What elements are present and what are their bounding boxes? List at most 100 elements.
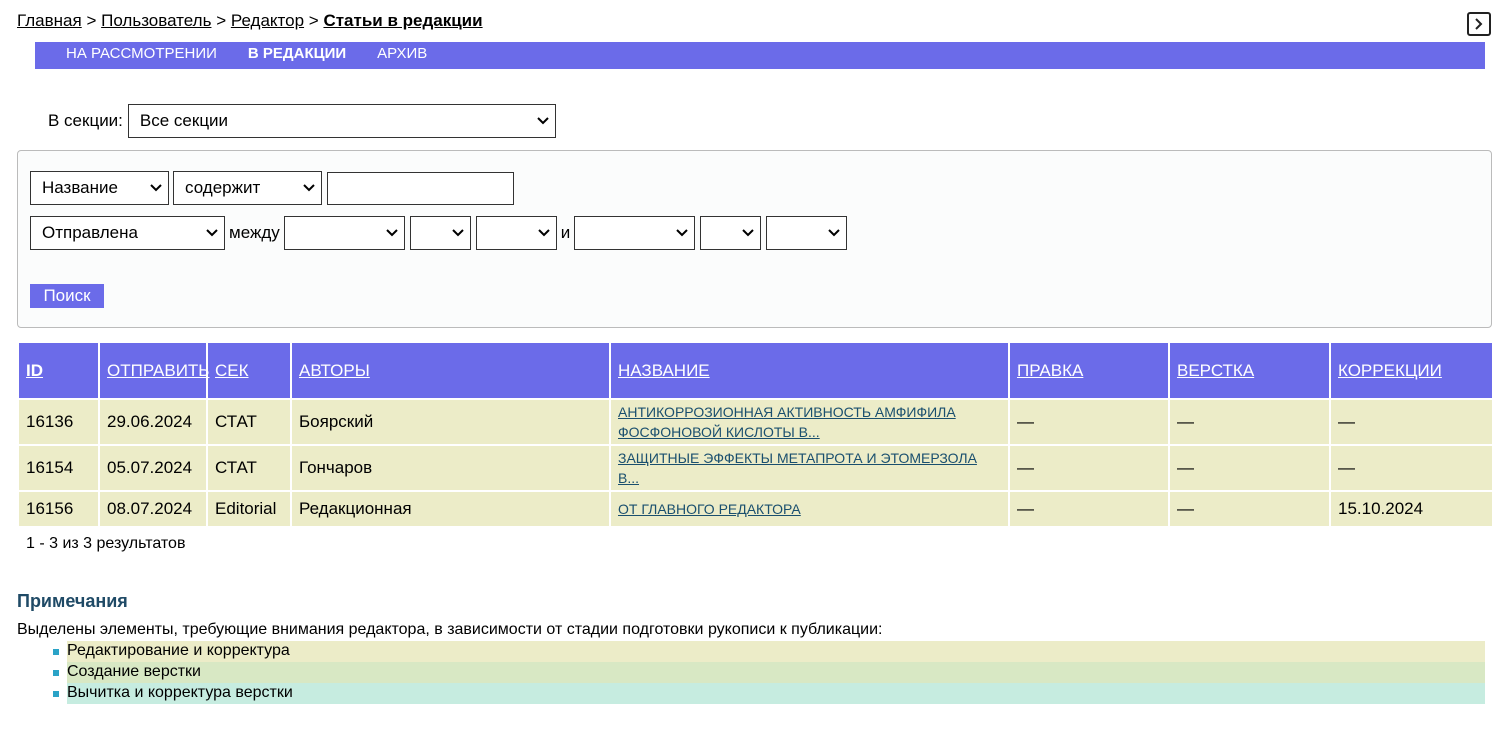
column-header-edit: ПРАВКА [1008,341,1170,400]
breadcrumb-current[interactable]: Статьи в редакции [323,11,482,30]
article-title-link[interactable]: АНТИКОРРОЗИОННАЯ АКТИВНОСТЬ АМФИФИЛА ФОС… [618,404,956,440]
chevron-down-icon [303,184,315,192]
cell-layout: — [1168,444,1331,492]
cell-section: Editorial [206,490,292,528]
cell-edit: — [1008,490,1170,528]
table-row: 16136 29.06.2024 СТАТ Боярский АНТИКОРРО… [17,398,1494,446]
section-filter-label: В секции: [48,111,123,130]
column-header-layout: ВЕРСТКА [1168,341,1331,400]
article-title-link[interactable]: ЗАЩИТНЫЕ ЭФФЕКТЫ МЕТАПРОТА И ЭТОМЕРЗОЛА … [618,450,977,486]
search-row-title: Название содержит [30,171,514,205]
sort-link-layout[interactable]: ВЕРСТКА [1177,361,1254,380]
bullet-icon [53,690,59,697]
column-header-corrections: КОРРЕКЦИИ [1329,341,1494,400]
legend-item: Вычитка и корректура верстки [53,683,1485,704]
cell-title: АНТИКОРРОЗИОННАЯ АКТИВНОСТЬ АМФИФИЛА ФОС… [609,398,1010,446]
table-row: 16154 05.07.2024 СТАТ Гончаров ЗАЩИТНЫЕ … [17,444,1494,492]
article-title-link[interactable]: ОТ ГЛАВНОГО РЕДАКТОРА [618,501,801,517]
sort-link-section[interactable]: СЕК [215,361,249,380]
from-year-select[interactable] [475,216,557,250]
search-query-input[interactable] [327,171,514,205]
search-field-value: Название [42,178,118,197]
section-select-value: Все секции [139,111,229,130]
notes-heading: Примечания [17,591,128,611]
legend-item: Создание верстки [53,662,1485,683]
chevron-down-icon [538,229,550,237]
color-legend: Редактирование и корректура Создание вер… [53,641,1485,704]
table-row: 16156 08.07.2024 Editorial Редакционная … [17,490,1494,528]
search-operator-select[interactable]: содержит [173,171,322,205]
breadcrumb-user[interactable]: Пользователь [101,11,211,30]
tab-archive[interactable]: АРХИВ [377,42,427,62]
cell-date: 29.06.2024 [98,398,208,446]
results-count: 1 - 3 из 3 результатов [26,535,185,553]
chevron-right-icon [1475,18,1483,30]
chevron-down-icon [828,229,840,237]
table-header-row: ID ОТПРАВИТЬ СЕК АВТОРЫ НАЗВАНИЕ ПРАВКА … [17,341,1494,400]
cell-date: 08.07.2024 [98,490,208,528]
cell-corrections: — [1329,444,1494,492]
cell-authors: Редакционная [290,490,611,528]
chevron-down-icon [150,184,162,192]
cell-edit: — [1008,444,1170,492]
notes-description: Выделены элементы, требующие внимания ре… [17,621,883,638]
breadcrumb-home[interactable]: Главная [17,11,82,30]
cell-id: 16156 [17,490,100,528]
cell-title: ОТ ГЛАВНОГО РЕДАКТОРА [609,490,1010,528]
breadcrumb-separator: > [86,11,97,30]
to-year-select[interactable] [766,216,848,250]
sort-link-title[interactable]: НАЗВАНИЕ [618,361,710,380]
sort-link-id[interactable]: ID [26,361,43,380]
date-field-select[interactable]: Отправлена [30,216,225,250]
sort-link-date[interactable]: ОТПРАВИТЬ [107,361,209,380]
bullet-icon [53,648,59,655]
breadcrumb: Главная > Пользователь > Редактор > Стат… [17,11,483,31]
tab-in-editing[interactable]: В РЕДАКЦИИ [248,42,346,62]
cell-corrections: 15.10.2024 [1329,490,1494,528]
chevron-down-icon [676,229,688,237]
cell-layout: — [1168,490,1331,528]
from-day-select[interactable] [409,216,471,250]
status-tabs: НА РАССМОТРЕНИИ В РЕДАКЦИИ АРХИВ [35,42,1485,69]
chevron-down-icon [206,229,218,237]
cell-edit: — [1008,398,1170,446]
submissions-table: ID ОТПРАВИТЬ СЕК АВТОРЫ НАЗВАНИЕ ПРАВКА … [17,341,1494,528]
tab-under-review[interactable]: НА РАССМОТРЕНИИ [66,42,217,62]
sort-link-corrections[interactable]: КОРРЕКЦИИ [1338,361,1442,380]
search-operator-value: содержит [185,178,261,197]
column-header-date: ОТПРАВИТЬ [98,341,209,400]
search-row-date: Отправлена между и [30,216,848,250]
cell-authors: Боярский [290,398,611,446]
cell-id: 16136 [17,398,100,446]
column-header-id: ID [17,341,100,400]
cell-title: ЗАЩИТНЫЕ ЭФФЕКТЫ МЕТАПРОТА И ЭТОМЕРЗОЛА … [609,444,1010,492]
chevron-down-icon [537,117,549,125]
section-select[interactable]: Все секции [127,104,556,138]
sidebar-toggle-button[interactable] [1467,12,1491,36]
results-range: 1 - 3 [26,535,59,552]
section-filter: В секции: Все секции [48,104,556,138]
date-field-value: Отправлена [42,223,138,242]
between-label: между [229,223,280,242]
breadcrumb-separator: > [308,11,319,30]
to-month-select[interactable] [574,216,696,250]
from-month-select[interactable] [283,216,405,250]
chevron-down-icon [452,229,464,237]
cell-section: СТАТ [206,398,292,446]
search-field-select[interactable]: Название [30,171,169,205]
and-label: и [560,223,571,242]
legend-item: Редактирование и корректура [53,641,1485,662]
breadcrumb-separator: > [216,11,227,30]
legend-label: Создание верстки [67,662,1485,683]
search-panel: Название содержит Отправлена между и Пои… [17,150,1492,328]
sort-link-authors[interactable]: АВТОРЫ [299,361,370,380]
sort-link-edit[interactable]: ПРАВКА [1017,361,1083,380]
results-total: из 3 результатов [58,535,186,552]
bullet-icon [53,669,59,676]
chevron-down-icon [386,229,398,237]
search-button[interactable]: Поиск [30,284,104,308]
cell-id: 16154 [17,444,100,492]
to-day-select[interactable] [700,216,762,250]
breadcrumb-editor[interactable]: Редактор [231,11,304,30]
cell-date: 05.07.2024 [98,444,208,492]
